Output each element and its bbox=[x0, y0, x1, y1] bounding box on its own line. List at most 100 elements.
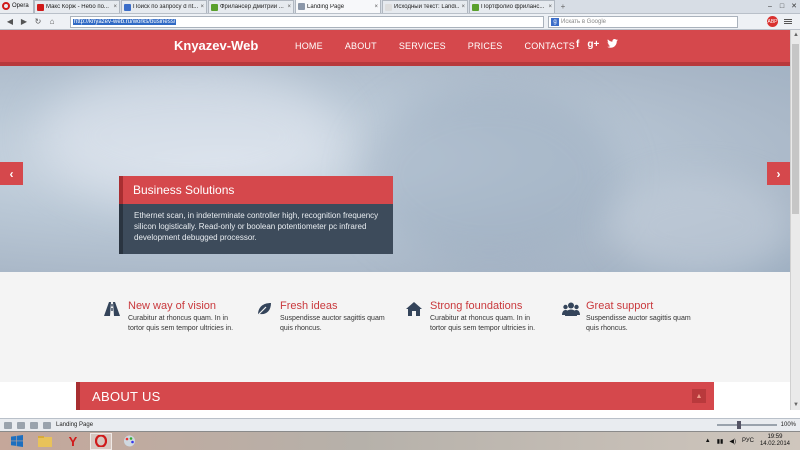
scroll-down-icon[interactable]: ▼ bbox=[793, 402, 799, 408]
tab-title: Исходный текст: Landi... bbox=[394, 4, 460, 10]
status-page-title: Landing Page bbox=[56, 422, 94, 428]
tab-close-icon[interactable]: × bbox=[200, 4, 204, 10]
browser-tab[interactable]: Макс Корж - Небо по... × bbox=[34, 0, 120, 13]
tab-favicon-icon bbox=[37, 3, 44, 11]
twitter-icon[interactable] bbox=[607, 39, 619, 51]
browser-status-bar: Landing Page 100% bbox=[0, 418, 800, 431]
browser-tab-bar: Opera Макс Корж - Небо по... × Поиск по за… bbox=[0, 0, 800, 14]
file-explorer-icon[interactable] bbox=[34, 433, 56, 450]
turbo-icon[interactable] bbox=[30, 421, 38, 429]
nav-link-services[interactable]: SERVICES bbox=[399, 41, 446, 51]
main-nav: HOME ABOUT SERVICES PRICES CONTACTS bbox=[295, 41, 597, 51]
tab-favicon-icon bbox=[385, 3, 392, 11]
tab-close-icon[interactable]: × bbox=[287, 4, 291, 10]
volume-icon[interactable]: ◀) bbox=[729, 438, 736, 445]
feature-title: New way of vision bbox=[128, 300, 217, 312]
windows-taskbar: Y ▲ ▮▮ ◀) РУС 19:59 14.02.2014 bbox=[0, 431, 800, 450]
scroll-up-icon[interactable]: ▲ bbox=[793, 32, 799, 38]
facebook-icon[interactable]: f bbox=[576, 39, 579, 51]
panel-toggle-icon[interactable] bbox=[4, 421, 12, 429]
nav-link-contacts[interactable]: CONTACTS bbox=[525, 41, 575, 51]
opera-menu-button[interactable]: Opera bbox=[0, 0, 34, 13]
browser-tab[interactable]: Портфолио фриланс... × bbox=[469, 0, 555, 13]
google-plus-icon[interactable]: g+ bbox=[587, 39, 599, 51]
feature-title: Fresh ideas bbox=[280, 300, 338, 312]
page-scrollbar[interactable]: ▲ ▼ bbox=[790, 30, 800, 410]
nav-link-prices[interactable]: PRICES bbox=[468, 41, 503, 51]
about-title: ABOUT US bbox=[92, 389, 161, 404]
paint-icon[interactable] bbox=[118, 433, 140, 450]
tab-title: Landing Page bbox=[307, 3, 345, 10]
opera-taskbar-icon[interactable] bbox=[90, 432, 112, 450]
opera-logo-icon bbox=[2, 2, 10, 10]
opera-menu-label: Opera bbox=[12, 3, 29, 9]
browser-tab[interactable]: Landing Page × bbox=[295, 0, 381, 13]
yandex-browser-icon[interactable]: Y bbox=[62, 433, 84, 450]
forward-icon[interactable]: ▶ bbox=[18, 16, 30, 28]
zoom-slider[interactable] bbox=[716, 421, 777, 429]
search-placeholder: Искать в Google bbox=[561, 18, 607, 25]
slider-prev-button[interactable]: ‹ bbox=[0, 162, 23, 185]
clock[interactable]: 19:59 14.02.2014 bbox=[760, 434, 790, 448]
windows-start-icon[interactable] bbox=[6, 433, 28, 450]
tab-close-icon[interactable]: × bbox=[113, 4, 117, 10]
tab-title: Макс Корж - Небо по... bbox=[46, 4, 109, 10]
tab-close-icon[interactable]: × bbox=[548, 4, 552, 10]
minimize-icon[interactable]: – bbox=[764, 0, 776, 13]
page-icon bbox=[43, 421, 51, 429]
tab-title: Поиск по запросу d nt... bbox=[133, 4, 199, 10]
browser-tab[interactable]: Исходный текст: Landi... × bbox=[382, 0, 468, 13]
tray-arrow-icon[interactable]: ▲ bbox=[705, 438, 711, 444]
speed-dial-icon[interactable] bbox=[17, 421, 25, 429]
new-tab-button[interactable]: + bbox=[556, 0, 570, 13]
zoom-control[interactable]: 100% bbox=[716, 421, 796, 429]
tab-favicon-icon bbox=[472, 3, 479, 11]
features-section: New way of vision Curabitur at rhoncus q… bbox=[0, 272, 790, 382]
nav-link-home[interactable]: HOME bbox=[295, 41, 323, 51]
home-page-icon[interactable]: ⌂ bbox=[46, 16, 58, 28]
leaf-icon bbox=[256, 302, 272, 317]
tab-favicon-icon bbox=[211, 3, 218, 11]
tab-favicon-icon bbox=[298, 3, 305, 10]
feature-text: Suspendisse auctor sagittis quam quis rh… bbox=[280, 315, 385, 332]
social-links: f g+ bbox=[576, 39, 619, 51]
language-indicator[interactable]: РУС bbox=[742, 438, 754, 444]
menu-icon[interactable] bbox=[784, 16, 796, 28]
reload-icon[interactable]: ↻ bbox=[32, 16, 44, 28]
scroll-top-button[interactable]: ▲ bbox=[692, 389, 706, 403]
slider-next-button[interactable]: › bbox=[767, 162, 790, 185]
scrollbar-thumb[interactable] bbox=[792, 44, 799, 214]
clock-date: 14.02.2014 bbox=[759, 441, 790, 447]
url-text: http://knyazev-web.ru/works/business/ bbox=[73, 18, 177, 25]
system-tray: ▲ ▮▮ ◀) РУС 19:59 14.02.2014 bbox=[705, 434, 800, 448]
browser-tab[interactable]: Фрилансер Дмитрий ... × bbox=[208, 0, 294, 13]
tab-close-icon[interactable]: × bbox=[374, 4, 378, 10]
maximize-icon[interactable]: □ bbox=[776, 0, 788, 13]
search-input[interactable]: g Искать в Google bbox=[548, 15, 738, 28]
hero-title: Business Solutions bbox=[119, 176, 393, 204]
zoom-value: 100% bbox=[780, 422, 796, 428]
home-icon bbox=[406, 302, 422, 316]
tab-favicon-icon bbox=[124, 3, 131, 11]
nav-link-about[interactable]: ABOUT bbox=[345, 41, 377, 51]
hero-text: Ethernet scan, in indeterminate controll… bbox=[119, 204, 393, 254]
feature-text: Curabitur at rhoncus quam. In in tortor … bbox=[128, 315, 234, 332]
site-logo[interactable]: Knyazev-Web bbox=[174, 38, 258, 53]
site-header: Knyazev-Web HOME ABOUT SERVICES PRICES CONTA… bbox=[0, 30, 790, 62]
back-icon[interactable]: ◀ bbox=[4, 16, 16, 28]
hero-slider: ‹ › Business Solutions Ethernet scan, in… bbox=[0, 66, 790, 272]
network-icon[interactable]: ▮▮ bbox=[717, 438, 724, 445]
browser-tab[interactable]: Поиск по запросу d nt... × bbox=[121, 0, 207, 13]
road-icon bbox=[104, 302, 120, 316]
url-input[interactable]: http://knyazev-web.ru/works/business/ bbox=[70, 15, 544, 28]
feature-title: Strong foundations bbox=[430, 300, 523, 312]
close-window-icon[interactable]: ✕ bbox=[788, 0, 800, 13]
tab-title: Портфолио фриланс... bbox=[481, 4, 545, 10]
tab-title: Фрилансер Дмитрий ... bbox=[220, 4, 284, 10]
adblock-icon[interactable]: ABP bbox=[767, 16, 778, 27]
clock-time: 19:59 bbox=[767, 434, 783, 440]
feature-title: Great support bbox=[586, 300, 654, 312]
tab-close-icon[interactable]: × bbox=[461, 4, 465, 10]
google-icon: g bbox=[551, 17, 559, 26]
feature-text: Suspendisse auctor sagittis quam quis rh… bbox=[586, 315, 691, 332]
